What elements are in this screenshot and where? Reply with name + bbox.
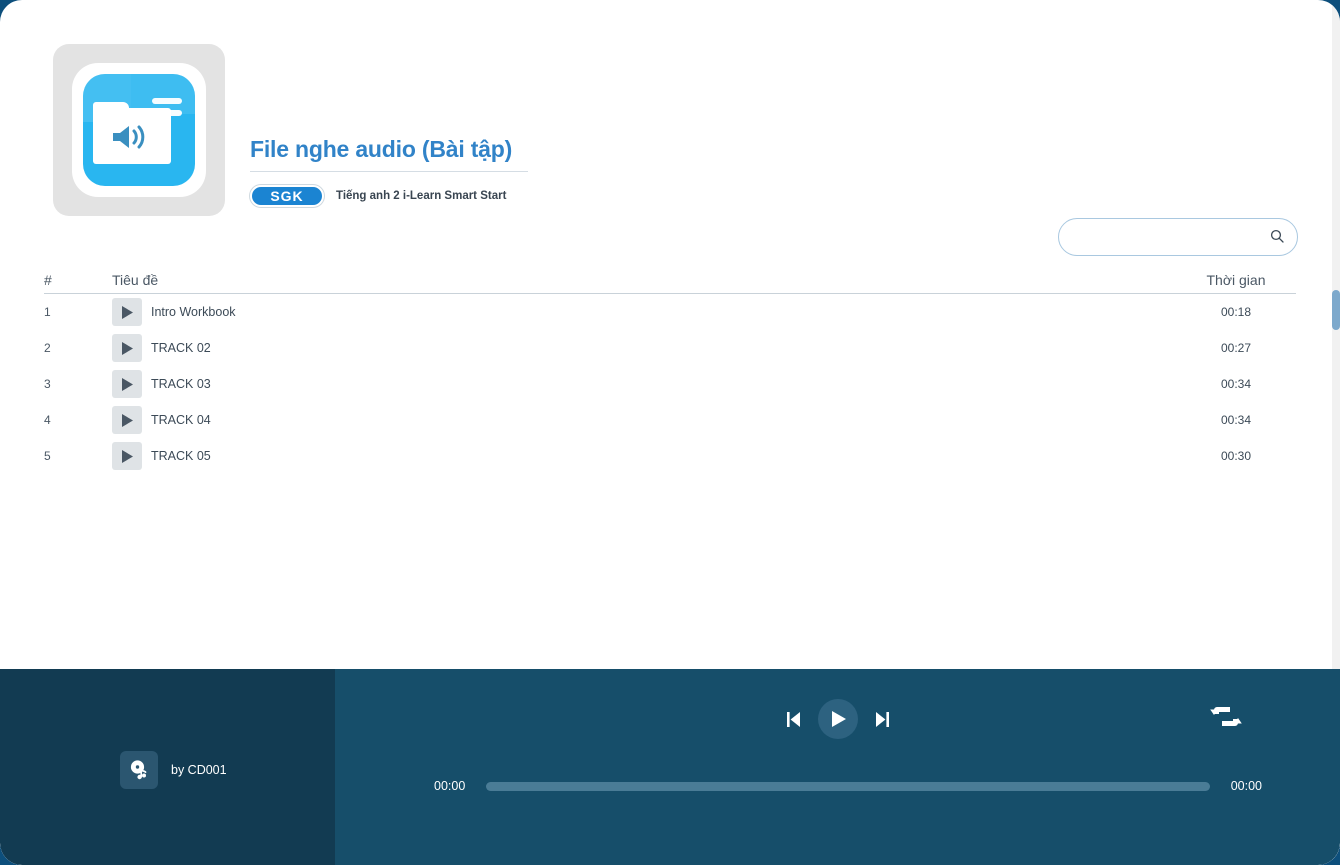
track-number: 5 <box>44 449 112 463</box>
cd-music-icon <box>120 751 158 789</box>
track-title: TRACK 02 <box>151 341 211 355</box>
page-sheet: File nghe audio (Bài tập) SGK Tiếng anh … <box>0 0 1340 865</box>
progress-row: 00:00 00:00 <box>434 779 1262 793</box>
total-time: 00:00 <box>1224 779 1262 793</box>
track-duration: 00:30 <box>1176 449 1296 463</box>
page-title: File nghe audio (Bài tập) <box>250 136 750 163</box>
track-table: # Tiêu đề Thời gian 1 Intro Workbook 00:… <box>44 268 1296 474</box>
track-duration: 00:27 <box>1176 341 1296 355</box>
table-row[interactable]: 2 TRACK 02 00:27 <box>44 330 1296 366</box>
search-box <box>1058 218 1298 256</box>
track-title-cell: TRACK 04 <box>112 406 1176 434</box>
track-title-cell: TRACK 02 <box>112 334 1176 362</box>
skip-previous-icon[interactable] <box>786 711 801 728</box>
track-title-cell: TRACK 03 <box>112 370 1176 398</box>
album-subtitle-row: SGK Tiếng anh 2 i-Learn Smart Start <box>250 185 750 207</box>
column-header-duration: Thời gian <box>1176 272 1296 288</box>
table-row[interactable]: 4 TRACK 04 00:34 <box>44 402 1296 438</box>
track-duration: 00:34 <box>1176 377 1296 391</box>
elapsed-time: 00:00 <box>434 779 472 793</box>
track-duration: 00:34 <box>1176 413 1296 427</box>
table-row[interactable]: 5 TRACK 05 00:30 <box>44 438 1296 474</box>
play-icon[interactable] <box>112 298 142 326</box>
progress-slider[interactable] <box>486 782 1210 791</box>
track-duration: 00:18 <box>1176 305 1296 319</box>
now-playing-label: by CD001 <box>171 763 227 777</box>
track-number: 1 <box>44 305 112 319</box>
title-divider <box>250 171 528 172</box>
play-icon[interactable] <box>112 334 142 362</box>
transport-controls <box>786 699 890 739</box>
table-row[interactable]: 3 TRACK 03 00:34 <box>44 366 1296 402</box>
track-title-cell: TRACK 05 <box>112 442 1176 470</box>
column-header-title: Tiêu đề <box>112 272 1176 288</box>
sgk-badge: SGK <box>250 185 324 207</box>
album-art-inner <box>72 63 206 197</box>
scrollbar-thumb[interactable] <box>1332 290 1340 330</box>
play-icon[interactable] <box>112 442 142 470</box>
track-number: 3 <box>44 377 112 391</box>
document-line-icon <box>152 98 182 104</box>
player-right-panel: 00:00 00:00 <box>335 669 1340 865</box>
speaker-icon <box>109 122 153 152</box>
table-header-row: # Tiêu đề Thời gian <box>44 268 1296 294</box>
audio-folder-icon <box>83 74 195 186</box>
track-title-cell: Intro Workbook <box>112 298 1176 326</box>
repeat-icon[interactable] <box>1209 702 1243 732</box>
track-number: 2 <box>44 341 112 355</box>
player-left-panel: by CD001 <box>0 669 335 865</box>
album-header: File nghe audio (Bài tập) SGK Tiếng anh … <box>53 44 753 216</box>
play-icon[interactable] <box>112 370 142 398</box>
track-number: 4 <box>44 413 112 427</box>
search-input[interactable] <box>1058 218 1298 256</box>
audio-player-bar: by CD001 <box>0 669 1340 865</box>
skip-next-icon[interactable] <box>875 711 890 728</box>
play-icon[interactable] <box>112 406 142 434</box>
album-meta: File nghe audio (Bài tập) SGK Tiếng anh … <box>250 136 750 207</box>
album-subtitle: Tiếng anh 2 i-Learn Smart Start <box>336 190 506 202</box>
track-title: TRACK 03 <box>151 377 211 391</box>
table-row[interactable]: 1 Intro Workbook 00:18 <box>44 294 1296 330</box>
track-title: TRACK 04 <box>151 413 211 427</box>
album-art <box>53 44 225 216</box>
app-root: File nghe audio (Bài tập) SGK Tiếng anh … <box>0 0 1340 865</box>
now-playing: by CD001 <box>120 751 227 789</box>
track-title: Intro Workbook <box>151 305 236 319</box>
track-title: TRACK 05 <box>151 449 211 463</box>
column-header-number: # <box>44 272 112 288</box>
play-icon[interactable] <box>818 699 858 739</box>
